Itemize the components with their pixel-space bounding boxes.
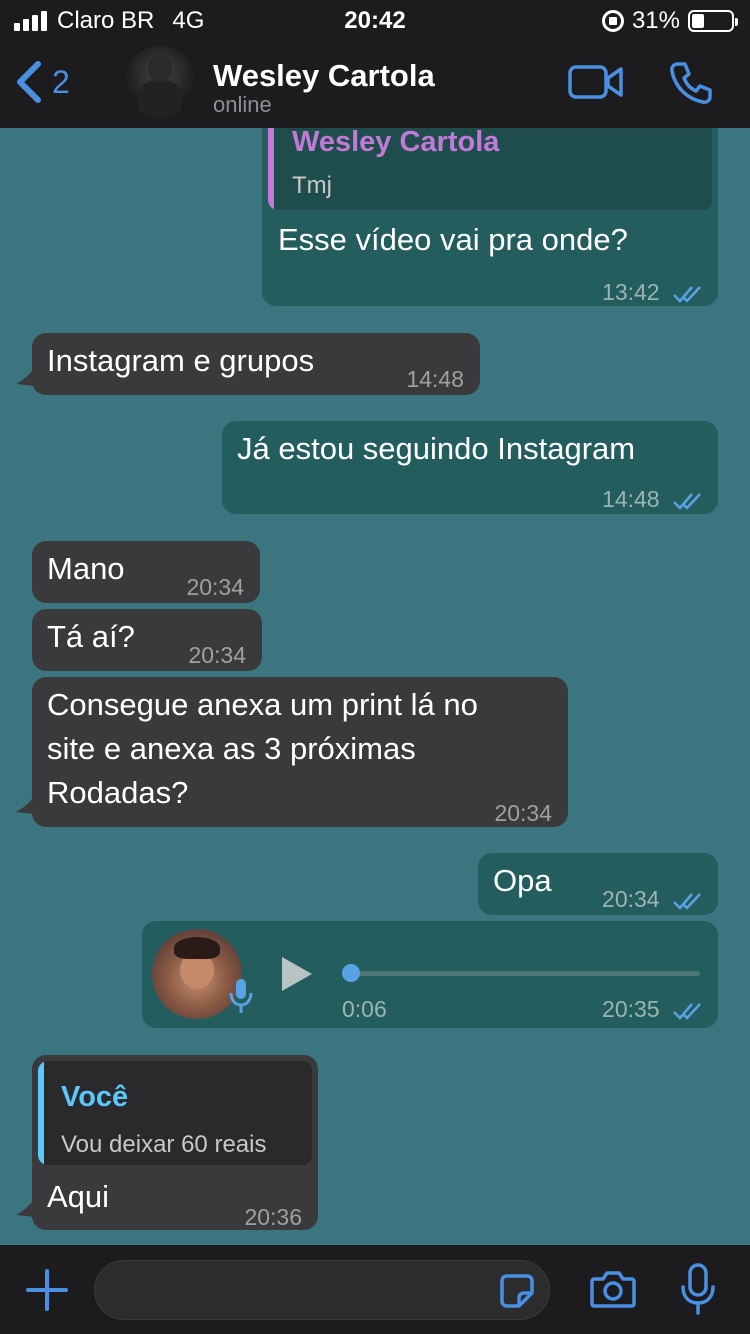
compose-bar [0, 1245, 750, 1334]
video-call-button[interactable] [568, 64, 624, 105]
rotation-lock-icon [601, 10, 624, 32]
message-time: 20:34 [602, 877, 704, 921]
camera-button[interactable] [590, 1269, 636, 1314]
message-time: 20:34 [186, 574, 244, 600]
voice-record-button[interactable] [680, 1263, 716, 1320]
message-text: Já estou seguindo Instagram [237, 431, 636, 466]
microphone-icon [229, 979, 253, 1013]
reply-author: Você [61, 1081, 129, 1113]
sticker-button[interactable] [499, 1273, 535, 1314]
message-time: 14:48 [602, 477, 704, 521]
voice-call-button[interactable] [668, 60, 714, 111]
message-text: Mano [47, 551, 125, 586]
message-bubble-incoming[interactable]: Consegue anexa um print lá no site e ane… [32, 677, 568, 827]
message-bubble-outgoing[interactable]: Wesley Cartola Tmj Esse vídeo vai pra on… [262, 110, 718, 306]
double-check-icon [673, 1003, 701, 1020]
reply-bar [38, 1061, 44, 1165]
message-bubble-incoming[interactable]: Você Vou deixar 60 reais Aqui 20:36 [32, 1055, 318, 1230]
message-time: 13:42 [602, 270, 704, 314]
play-button[interactable] [278, 955, 314, 1005]
message-bubble-incoming[interactable]: Tá aí? 20:34 [32, 609, 262, 671]
message-text: Aqui [47, 1179, 110, 1214]
battery-percent: 31% [631, 7, 680, 34]
video-camera-icon [568, 65, 623, 99]
message-text-line: site e anexa as 3 próximas [47, 731, 416, 766]
phone-icon [670, 62, 712, 104]
message-bubble-outgoing[interactable]: Opa 20:34 [478, 853, 718, 915]
message-bubble-incoming[interactable]: Mano 20:34 [32, 541, 260, 603]
message-input[interactable] [94, 1260, 550, 1320]
play-icon [282, 957, 312, 991]
message-time-label: 20:34 [602, 886, 660, 912]
message-bubble-incoming[interactable]: Instagram e grupos 14:48 [32, 333, 480, 395]
message-text-line: Rodadas? [47, 775, 189, 810]
audio-progress-knob[interactable] [342, 964, 360, 982]
contact-status: online [213, 92, 272, 117]
microphone-icon [681, 1263, 715, 1315]
reply-text: Vou deixar 60 reais [61, 1131, 267, 1158]
message-time: 20:34 [494, 800, 552, 826]
message-time: 14:48 [406, 366, 464, 392]
attach-button[interactable] [26, 1269, 68, 1316]
message-time-label: 14:48 [602, 486, 660, 512]
chat-header: 2 Wesley Cartola online [0, 40, 750, 128]
quoted-reply[interactable]: Você Vou deixar 60 reais [38, 1061, 312, 1165]
message-time-label: 13:42 [602, 279, 660, 305]
top-bar: Claro BR 4G 20:42 31% 2 Wesley Cartola o… [0, 0, 750, 128]
back-button[interactable]: 2 [14, 60, 70, 104]
voice-message-bubble[interactable]: 0:06 20:35 [142, 921, 718, 1028]
message-text: Esse vídeo vai pra onde? [278, 222, 628, 257]
back-count: 2 [52, 63, 70, 100]
message-time: 20:36 [244, 1204, 302, 1230]
message-text-line: Consegue anexa um print lá no [47, 687, 478, 722]
audio-duration: 0:06 [342, 996, 387, 1022]
message-bubble-outgoing[interactable]: Já estou seguindo Instagram 14:48 [222, 421, 718, 514]
camera-icon [590, 1271, 636, 1308]
message-time: 20:34 [188, 642, 246, 668]
message-text: Instagram e grupos [47, 343, 315, 378]
message-time: 20:35 [602, 987, 704, 1031]
message-text: Tá aí? [47, 619, 135, 654]
status-bar: Claro BR 4G 20:42 31% [0, 0, 750, 40]
reply-text: Tmj [292, 172, 332, 199]
audio-progress-track[interactable] [344, 971, 700, 976]
double-check-icon [673, 286, 701, 303]
plus-icon [26, 1269, 68, 1311]
contact-avatar[interactable] [124, 46, 196, 118]
double-check-icon [673, 493, 701, 510]
battery-level [692, 14, 704, 28]
battery-icon [688, 10, 738, 32]
message-text: Opa [493, 863, 552, 898]
message-time-label: 20:35 [602, 996, 660, 1022]
chevron-left-icon [17, 61, 41, 103]
double-check-icon [673, 893, 701, 910]
sticker-icon [500, 1274, 534, 1308]
contact-name[interactable]: Wesley Cartola [213, 58, 435, 94]
